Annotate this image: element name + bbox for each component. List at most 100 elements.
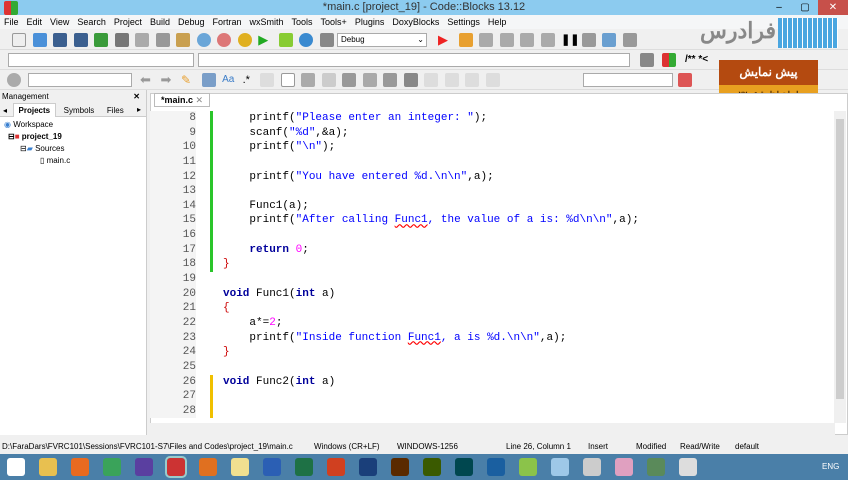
taskbar-visual-studio-icon[interactable] bbox=[135, 458, 153, 476]
shape-icon[interactable] bbox=[444, 73, 459, 87]
shape-icon[interactable] bbox=[321, 73, 336, 87]
shape-icon[interactable] bbox=[362, 73, 377, 87]
menu-view[interactable]: View bbox=[50, 17, 69, 27]
code-line[interactable]: 19 bbox=[150, 272, 835, 287]
menu-project[interactable]: Project bbox=[114, 17, 142, 27]
taskbar-file-explorer-icon[interactable] bbox=[39, 458, 57, 476]
cut-icon[interactable] bbox=[135, 33, 150, 47]
menu-file[interactable]: File bbox=[4, 17, 19, 27]
menu-edit[interactable]: Edit bbox=[27, 17, 43, 27]
code-line[interactable]: 11 bbox=[150, 154, 835, 170]
save-all-icon[interactable] bbox=[73, 33, 88, 47]
shape-icon[interactable] bbox=[280, 73, 295, 87]
maximize-button[interactable]: ▢ bbox=[792, 0, 818, 15]
rebuild-icon[interactable] bbox=[299, 33, 314, 47]
taskbar-paint-icon[interactable] bbox=[615, 458, 633, 476]
taskbar-notepadplusplus-icon[interactable] bbox=[519, 458, 537, 476]
doxy-extract-icon[interactable] bbox=[662, 53, 676, 67]
code-line[interactable]: 10 printf("\n"); bbox=[150, 140, 835, 155]
tree-file[interactable]: ▯ main.c bbox=[4, 155, 142, 167]
close-tab-icon[interactable]: ✕ bbox=[196, 95, 204, 105]
vertical-scrollbar[interactable] bbox=[834, 111, 846, 423]
code-line[interactable]: 9 scanf("%d",&a); bbox=[150, 125, 835, 141]
next-line-icon[interactable] bbox=[479, 33, 494, 47]
taskbar-media-icon[interactable] bbox=[487, 458, 505, 476]
copy-icon[interactable] bbox=[155, 33, 170, 47]
code-line[interactable]: 16 bbox=[150, 228, 835, 243]
horizontal-scrollbar[interactable] bbox=[150, 423, 835, 435]
minimize-button[interactable]: – bbox=[766, 0, 792, 15]
tab-projects[interactable]: Projects bbox=[12, 103, 57, 117]
tab-scroll-left-icon[interactable]: ◂ bbox=[0, 104, 10, 117]
code-line[interactable]: 24} bbox=[150, 345, 835, 360]
code-line[interactable]: 27 bbox=[150, 389, 835, 404]
step-into-icon[interactable] bbox=[499, 33, 514, 47]
code-line[interactable]: 15 printf("After calling Func1, the valu… bbox=[150, 213, 835, 229]
tree-workspace[interactable]: ◉ Workspace bbox=[4, 119, 142, 131]
clear-icon[interactable] bbox=[7, 73, 21, 87]
run-to-cursor-icon[interactable] bbox=[458, 33, 473, 47]
next-instruction-icon[interactable] bbox=[540, 33, 555, 47]
close-button[interactable]: ✕ bbox=[818, 0, 848, 15]
symbol-select[interactable] bbox=[583, 73, 673, 87]
menu-plugins[interactable]: Plugins bbox=[355, 17, 385, 27]
menu-doxyblocks[interactable]: DoxyBlocks bbox=[392, 17, 439, 27]
menu-tools-plus[interactable]: Tools+ bbox=[321, 17, 347, 27]
menu-fortran[interactable]: Fortran bbox=[212, 17, 241, 27]
taskbar-matlab-icon[interactable] bbox=[199, 458, 217, 476]
run-icon[interactable]: ▶ bbox=[258, 33, 272, 47]
paste-icon[interactable] bbox=[176, 33, 191, 47]
menu-search[interactable]: Search bbox=[77, 17, 106, 27]
redo-icon[interactable] bbox=[114, 33, 129, 47]
taskbar-notes-icon[interactable] bbox=[551, 458, 569, 476]
taskbar-firefox-icon[interactable] bbox=[71, 458, 89, 476]
tree-project[interactable]: ⊟■ project_19 bbox=[4, 131, 142, 143]
undo-icon[interactable] bbox=[94, 33, 109, 47]
menu-help[interactable]: Help bbox=[488, 17, 507, 27]
taskbar-code--blocks-icon[interactable] bbox=[165, 456, 187, 478]
code-line[interactable]: 18} bbox=[150, 257, 835, 273]
taskbar-photoshop-icon[interactable] bbox=[359, 458, 377, 476]
shape-icon[interactable] bbox=[342, 73, 357, 87]
new-file-icon[interactable] bbox=[12, 33, 26, 47]
replace-icon[interactable] bbox=[217, 33, 232, 47]
code-line[interactable]: 21 { bbox=[150, 301, 835, 316]
code-line[interactable]: 20 void Func1(int a) bbox=[150, 286, 835, 302]
select-icon[interactable] bbox=[260, 73, 274, 87]
build-icon[interactable] bbox=[237, 33, 252, 47]
code-line[interactable]: 12 printf("You have entered %d.\n\n",a); bbox=[150, 169, 835, 185]
taskbar-illustrator-icon[interactable] bbox=[391, 458, 409, 476]
menu-build[interactable]: Build bbox=[150, 17, 170, 27]
function-select[interactable] bbox=[198, 53, 630, 67]
search-input[interactable] bbox=[28, 73, 132, 87]
code-line[interactable]: 26 void Func2(int a) bbox=[150, 374, 835, 390]
taskbar-dreamweaver-icon[interactable] bbox=[423, 458, 441, 476]
taskbar-notepad-icon[interactable] bbox=[231, 458, 249, 476]
code-line[interactable]: 8 printf("Please enter an integer: "); bbox=[150, 111, 835, 126]
stop-icon[interactable] bbox=[581, 33, 596, 47]
code-line[interactable]: 14 Func1(a); bbox=[150, 198, 835, 214]
debug-windows-icon[interactable] bbox=[602, 33, 617, 47]
tree-folder[interactable]: ⊟▰ Sources bbox=[4, 143, 142, 155]
step-out-icon[interactable] bbox=[520, 33, 535, 47]
shape-icon[interactable] bbox=[383, 73, 398, 87]
scope-select[interactable] bbox=[8, 53, 194, 67]
menu-tools[interactable]: Tools bbox=[292, 17, 313, 27]
tab-symbols[interactable]: Symbols bbox=[59, 104, 100, 117]
code-editor[interactable]: 8 printf("Please enter an integer: "); 9 … bbox=[150, 111, 835, 423]
code-line[interactable]: 23 printf("Inside function Func1, a is %… bbox=[150, 330, 835, 346]
menu-wxsmith[interactable]: wxSmith bbox=[250, 17, 284, 27]
shape-icon[interactable] bbox=[301, 73, 316, 87]
save-icon[interactable] bbox=[53, 33, 68, 47]
code-line[interactable]: 13 bbox=[150, 184, 835, 199]
abort-icon[interactable] bbox=[319, 33, 334, 47]
menu-debug[interactable]: Debug bbox=[178, 17, 205, 27]
info-icon[interactable] bbox=[622, 33, 637, 47]
tab-scroll-right-icon[interactable]: ▸ bbox=[132, 103, 146, 116]
selected-text-icon[interactable] bbox=[201, 73, 216, 87]
find-icon[interactable] bbox=[196, 33, 211, 47]
doxy-wizard-icon[interactable] bbox=[640, 53, 654, 67]
code-line[interactable]: 17 return 0; bbox=[150, 242, 835, 258]
collapse-icon[interactable]: ⊟ bbox=[8, 132, 15, 141]
build-run-icon[interactable] bbox=[278, 33, 293, 47]
